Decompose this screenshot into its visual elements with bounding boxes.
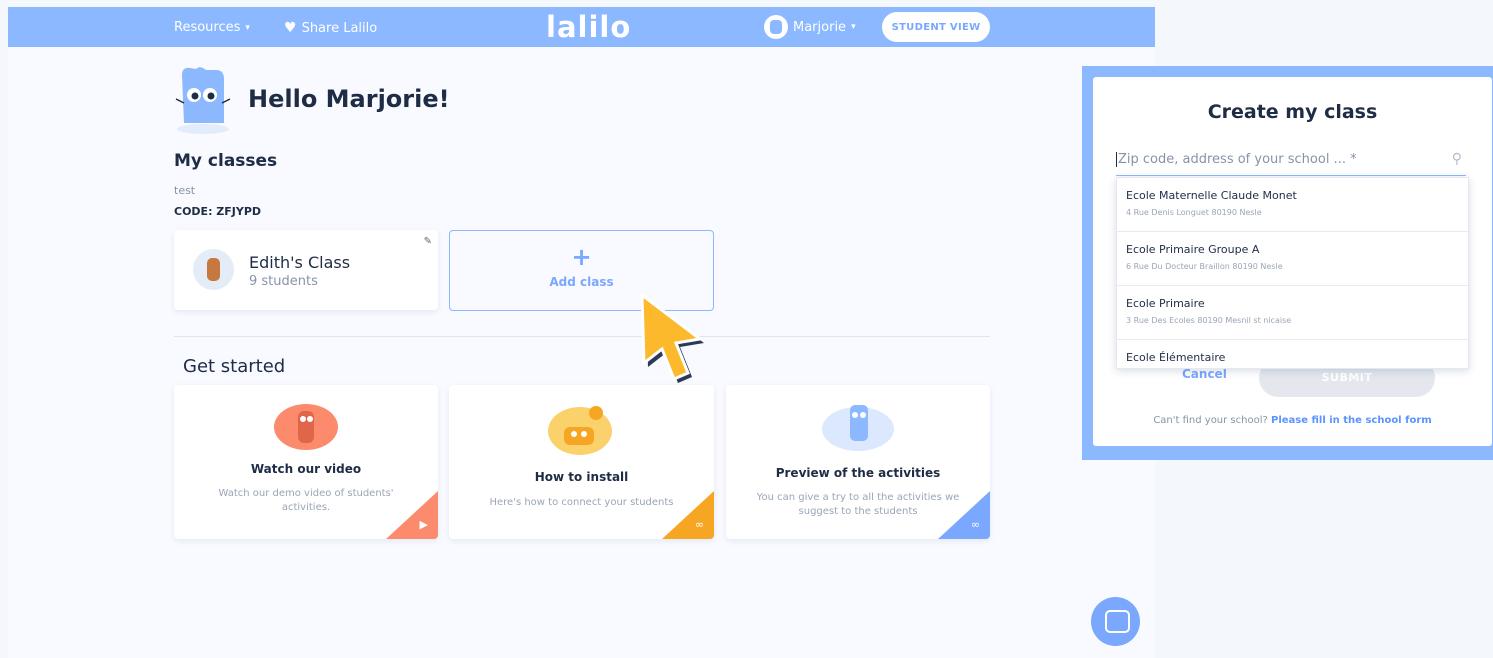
resources-menu[interactable]: Resources ▾ [174, 20, 250, 35]
resources-label: Resources [174, 20, 241, 35]
card-title: How to install [534, 470, 629, 484]
chevron-down-icon: ▾ [245, 22, 250, 33]
video-illustration-icon [274, 404, 338, 450]
plus-icon: + [571, 243, 592, 271]
modal-title: Create my class [1207, 101, 1378, 123]
my-classes-heading: My classes [174, 151, 278, 171]
school-name: Ecole Maternelle Claude Monet [1126, 189, 1297, 202]
chevron-down-icon: ▾ [851, 22, 856, 32]
search-placeholder: Zip code, address of your school ... * [1118, 152, 1357, 167]
card-corner [386, 491, 438, 539]
class-name: Edith's Class [249, 253, 351, 272]
school-search-input[interactable]: Zip code, address of your school ... * ⚲ [1116, 149, 1466, 176]
school-name: Ecole Primaire [1126, 297, 1205, 310]
school-address: 4 Rue Denis Longuet 80190 Nesle [1126, 208, 1262, 217]
get-started-heading: Get started [183, 356, 286, 377]
school-option[interactable]: Ecole Primaire 3 Rue Des Ecoles 80190 Me… [1117, 286, 1468, 340]
text-caret [1116, 152, 1117, 167]
modal-backdrop: Create my class Zip code, address of you… [1082, 66, 1493, 460]
user-name: Marjorie [793, 19, 847, 35]
chat-bubble-button[interactable] [1091, 597, 1140, 646]
pointer-cursor-icon [640, 291, 704, 383]
search-icon[interactable]: ⚲ [1452, 151, 1462, 167]
card-description: You can give a try to all the activities… [756, 492, 960, 517]
school-form-link[interactable]: Please fill in the school form [1271, 415, 1432, 426]
school-option[interactable]: Ecole Maternelle Claude Monet 4 Rue Deni… [1117, 178, 1468, 232]
link-icon: ∞ [970, 518, 980, 531]
heart-icon: ♥ [284, 20, 297, 36]
school-option[interactable]: Ecole Primaire Groupe A 6 Rue Du Docteur… [1117, 232, 1468, 286]
user-avatar-icon [764, 15, 788, 39]
card-corner [662, 491, 714, 539]
school-form-note: Can't find your school? Please fill in t… [1093, 415, 1492, 426]
section-divider [174, 336, 990, 337]
card-title: Watch our video [250, 462, 362, 476]
class-code: CODE: ZFJYPD [174, 205, 262, 218]
school-address: 6 Rue Du Docteur Braillon 80190 Nesle [1126, 262, 1283, 271]
student-view-button[interactable]: STUDENT VIEW [882, 12, 990, 42]
card-title: Preview of the activities [775, 466, 941, 480]
card-description: Watch our demo video of students' activi… [218, 488, 394, 513]
school-address: 3 Rue Des Ecoles 80190 Mesnil st nicaise [1126, 316, 1292, 325]
school-name: Ecole Primaire Groupe A [1126, 243, 1260, 256]
link-icon: ∞ [694, 518, 704, 531]
class-card-ediths-class[interactable]: Edith's Class 9 students ✎ [174, 230, 438, 310]
class-student-count: 9 students [249, 274, 318, 289]
install-illustration-icon [548, 406, 612, 455]
card-corner [938, 491, 990, 539]
preview-activities-card[interactable]: Preview of the activities You can give a… [726, 385, 990, 539]
school-suggestions-dropdown: Ecole Maternelle Claude Monet 4 Rue Deni… [1116, 177, 1469, 369]
edit-pencil-icon[interactable]: ✎ [424, 236, 432, 247]
share-lalilo-link[interactable]: ♥ Share Lalilo [284, 20, 377, 36]
create-class-modal: Create my class Zip code, address of you… [1093, 77, 1492, 446]
how-to-install-card[interactable]: How to install Here's how to connect you… [449, 385, 714, 539]
share-label: Share Lalilo [301, 20, 378, 36]
mascot-icon [175, 67, 231, 134]
app-window: Resources ▾ ♥ Share Lalilo lalilo Marjor… [8, 7, 1155, 658]
cancel-button[interactable]: Cancel [1182, 367, 1227, 381]
card-description: Here's how to connect your students [489, 497, 674, 508]
class-group-name: test [174, 184, 196, 197]
page-title: Hello Marjorie! [248, 85, 450, 113]
watch-video-card[interactable]: Watch our video Watch our demo video of … [174, 385, 438, 539]
school-name: Ecole Élémentaire [1126, 351, 1226, 364]
top-navbar: Resources ▾ ♥ Share Lalilo lalilo Marjor… [8, 7, 1155, 47]
class-avatar [193, 249, 234, 290]
school-option[interactable]: Ecole Élémentaire [1117, 340, 1468, 368]
footnote-text: Can't find your school? [1153, 415, 1268, 426]
play-icon: ▶ [419, 518, 428, 531]
user-menu[interactable]: Marjorie ▾ [764, 15, 856, 39]
preview-illustration-icon [822, 405, 894, 451]
lalilo-logo: lalilo [546, 10, 632, 44]
